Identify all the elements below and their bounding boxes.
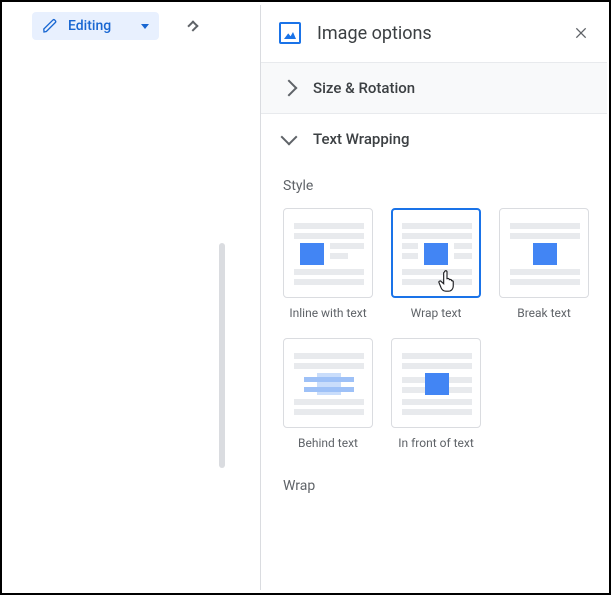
front-thumbnail bbox=[402, 349, 472, 419]
section-size-rotation[interactable]: Size & Rotation bbox=[261, 62, 607, 114]
option-break-text[interactable] bbox=[499, 208, 589, 298]
option-label-inline: Inline with text bbox=[289, 306, 366, 320]
behind-thumbnail bbox=[294, 349, 364, 419]
chevron-down-icon bbox=[281, 129, 298, 146]
panel-title: Image options bbox=[317, 23, 555, 44]
editing-mode-label: Editing bbox=[68, 18, 111, 34]
chevron-up-icon bbox=[188, 20, 199, 31]
option-wrap-text[interactable] bbox=[391, 208, 481, 298]
option-label-wrap: Wrap text bbox=[411, 306, 462, 320]
option-behind-text[interactable] bbox=[283, 338, 373, 428]
close-panel-button[interactable] bbox=[571, 23, 591, 43]
wrap-heading: Wrap bbox=[283, 478, 589, 494]
option-label-break: Break text bbox=[517, 306, 571, 320]
style-options-grid: Inline with text bbox=[283, 208, 589, 450]
collapse-toolbar-button[interactable] bbox=[179, 12, 207, 40]
break-thumbnail bbox=[510, 219, 580, 289]
section-title-size-rotation: Size & Rotation bbox=[313, 79, 415, 97]
section-title-text-wrapping: Text Wrapping bbox=[313, 130, 409, 148]
section-text-wrapping[interactable]: Text Wrapping bbox=[261, 114, 607, 164]
chevron-right-icon bbox=[281, 80, 298, 97]
option-in-front-of-text[interactable] bbox=[391, 338, 481, 428]
scrollbar-thumb[interactable] bbox=[219, 243, 225, 468]
caret-down-icon bbox=[141, 24, 149, 29]
pencil-icon bbox=[42, 18, 58, 34]
option-label-behind: Behind text bbox=[298, 436, 358, 450]
inline-thumbnail bbox=[294, 219, 364, 289]
image-options-panel: Image options Size & Rotation Text Wrapp… bbox=[261, 4, 607, 591]
image-icon bbox=[279, 22, 301, 44]
editing-mode-button[interactable]: Editing bbox=[32, 12, 159, 40]
close-icon bbox=[573, 25, 589, 41]
option-label-front: In front of text bbox=[398, 436, 474, 450]
option-inline-with-text[interactable] bbox=[283, 208, 373, 298]
style-heading: Style bbox=[283, 178, 589, 194]
wrap-thumbnail bbox=[402, 219, 472, 289]
